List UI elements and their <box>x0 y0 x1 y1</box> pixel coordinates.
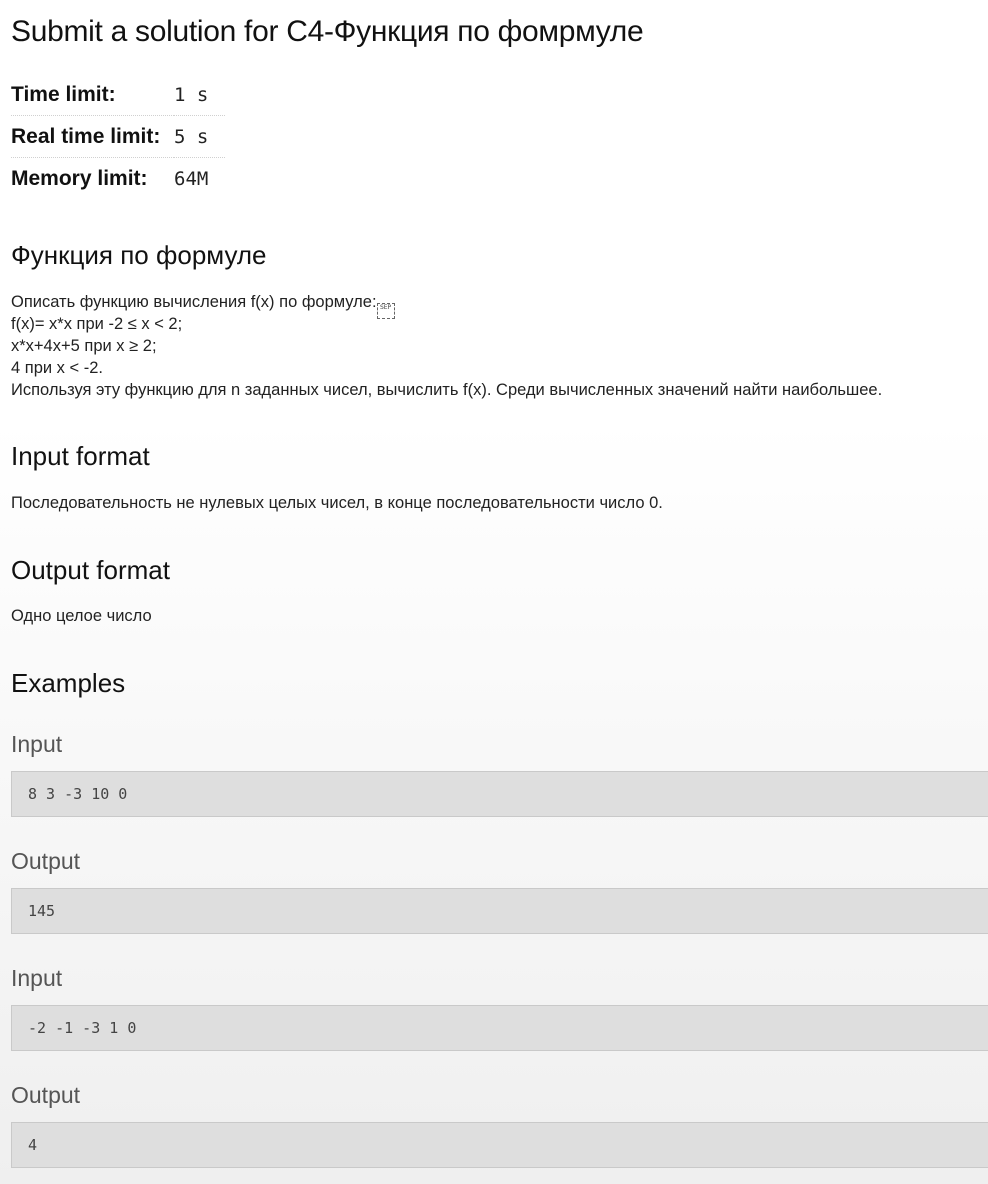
limit-row-time: Time limit: 1 s <box>11 74 225 116</box>
statement-line: x*x+4x+5 при x ≥ 2; <box>11 337 157 355</box>
statement-line: f(x)= x*x при -2 ≤ x < 2; <box>11 315 183 333</box>
time-limit-value: 1 s <box>174 74 225 116</box>
example-output-label: Output <box>11 1082 81 1108</box>
output-format-heading: Output format <box>11 555 170 585</box>
example-input-box[interactable]: 8 3 -3 10 0 <box>11 771 988 817</box>
memory-limit-label: Memory limit: <box>11 166 148 190</box>
problem-statement: Описать функцию вычисления f(x) по форму… <box>11 291 882 401</box>
real-time-limit-value: 5 s <box>174 115 225 158</box>
output-format-text: Одно целое число <box>11 607 152 625</box>
page-title: Submit a solution for C4-Функция по фомр… <box>11 15 644 48</box>
sep-glyph-text: SEP <box>379 304 392 311</box>
time-limit-label: Time limit: <box>11 74 174 116</box>
statement-line: Описать функцию вычисления f(x) по форму… <box>11 291 882 319</box>
limit-row-memory: Memory limit: 64M <box>11 158 225 200</box>
statement-line: Используя эту функцию для n заданных чис… <box>11 381 883 399</box>
example-output-label: Output <box>11 848 81 874</box>
example-input-box[interactable]: -2 -1 -3 1 0 <box>11 1005 988 1051</box>
example-output-box[interactable]: 4 <box>11 1122 988 1168</box>
memory-limit-value: 64M <box>174 167 209 190</box>
sep-glyph-icon: SEP <box>376 303 395 319</box>
statement-line: 4 при x < -2. <box>11 359 103 377</box>
real-time-limit-label: Real time limit: <box>11 115 174 158</box>
limits-table: Time limit: 1 s Real time limit: 5 s Mem… <box>11 74 225 199</box>
input-format-text: Последовательность не нулевых целых чисе… <box>11 494 663 512</box>
examples-heading: Examples <box>11 668 126 698</box>
example-input-label: Input <box>11 965 63 991</box>
example-output-box[interactable]: 145 <box>11 888 988 934</box>
statement-text: Описать функцию вычисления f(x) по форму… <box>11 293 377 311</box>
problem-heading: Функция по формуле <box>11 240 267 270</box>
example-input-label: Input <box>11 731 63 757</box>
limit-row-real-time: Real time limit: 5 s <box>11 115 225 158</box>
input-format-heading: Input format <box>11 441 150 471</box>
